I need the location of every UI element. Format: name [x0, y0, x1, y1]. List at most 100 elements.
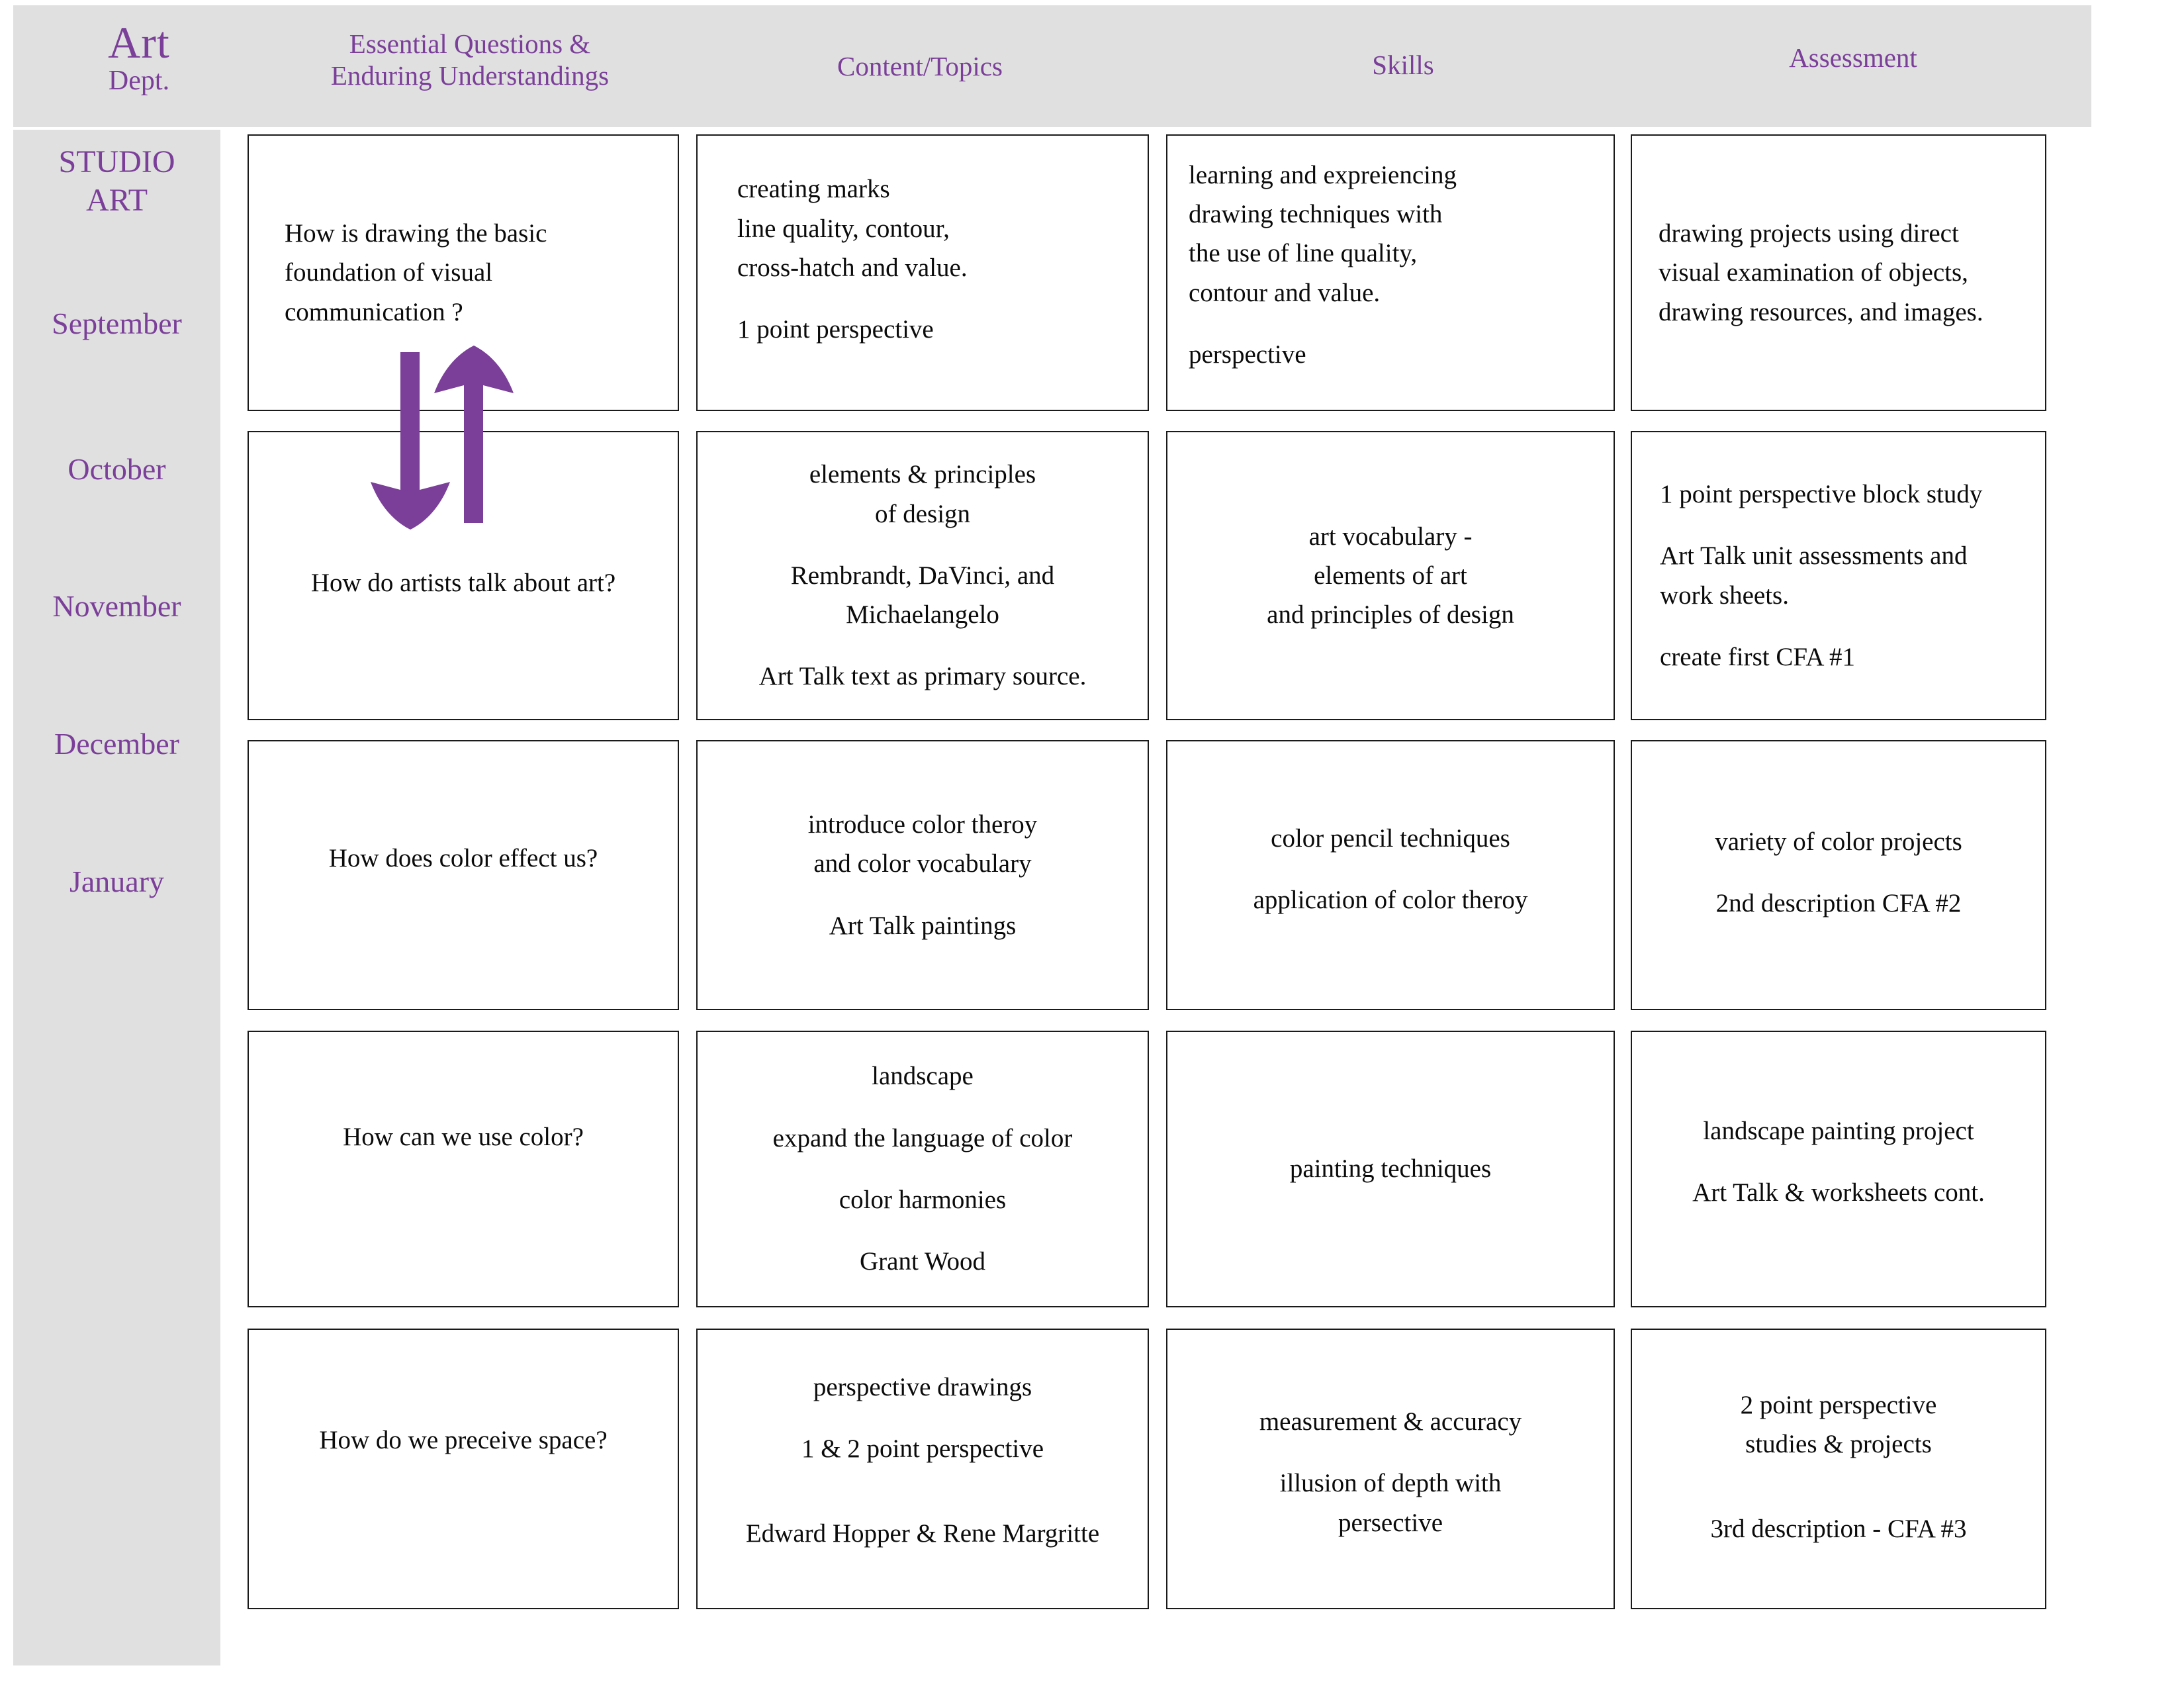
department-title: Art Dept. [53, 16, 225, 98]
cell-text: color pencil techniques application of co… [1179, 819, 1602, 920]
column-header-essential-questions-line1: Essential Questions & [349, 28, 591, 59]
cell-essential-question-october: How do artists talk about art? [248, 431, 679, 720]
cell-line: art vocabulary - [1308, 522, 1473, 551]
cell-text: introduce color theroy and color vocabula… [709, 805, 1136, 945]
line-spacer [1644, 861, 2033, 884]
cell-essential-question-december: How can we use color? [248, 1031, 679, 1307]
cell-line: elements of art [1314, 561, 1467, 590]
sidebar-month-september: September [52, 306, 182, 340]
cell-line: landscape painting project [1703, 1116, 1974, 1145]
cell-text: 1 point perspective block study Art Talk … [1644, 475, 2033, 677]
department-suffix: Dept. [108, 66, 170, 97]
cell-text: measurement & accuracy illusion of depth … [1179, 1402, 1602, 1542]
line-spacer [709, 1219, 1136, 1242]
cell-line: studies & projects [1745, 1430, 1932, 1459]
line-spacer [709, 884, 1136, 906]
cell-line: the use of line quality, [1189, 239, 1418, 268]
line-spacer [1189, 312, 1602, 335]
column-header-assessment: Assessment [1789, 42, 1917, 73]
cell-line: drawing projects using direct [1659, 219, 1959, 248]
line-spacer [709, 1491, 1136, 1514]
cell-text: variety of color projects 2nd description… [1644, 822, 2033, 923]
cell-text: How is drawing the basic foundation of vi… [261, 214, 666, 332]
cell-line: creating marks [737, 175, 890, 204]
line-spacer [709, 1096, 1136, 1119]
cell-line: Michaelangelo [846, 600, 999, 630]
cell-line: contour and value. [1189, 278, 1381, 307]
cell-text: perspective drawings 1 & 2 point perspect… [709, 1368, 1136, 1553]
cell-text: creating marks line quality, contour, cros… [709, 169, 1136, 349]
cell-line: and color vocabulary [813, 849, 1032, 878]
cell-assessment-november: variety of color projects 2nd description… [1631, 740, 2046, 1010]
cell-line: How is drawing the basic [285, 219, 547, 248]
cell-line: painting techniques [1289, 1154, 1492, 1184]
line-spacer [709, 1469, 1136, 1491]
cell-line: color pencil techniques [1271, 823, 1510, 853]
sidebar-month-december: December [54, 727, 179, 761]
cell-line: create first CFA #1 [1660, 642, 1855, 671]
cell-line: How do we preceive space? [319, 1426, 608, 1455]
line-spacer [709, 634, 1136, 657]
cell-line: work sheets. [1660, 581, 1789, 610]
header-band: Art Dept. Essential Questions & Enduring… [13, 5, 2091, 127]
month-sidebar: STUDIO ART September October November De… [13, 130, 220, 1665]
cell-line: Edward Hopper & Rene Margritte [745, 1519, 1100, 1548]
cell-text: How do artists talk about art? [261, 563, 666, 602]
cell-essential-question-january: How do we preceive space? [248, 1329, 679, 1609]
cell-text: landscape expand the language of color col… [709, 1056, 1136, 1281]
cell-skills-january: measurement & accuracy illusion of depth … [1166, 1329, 1615, 1609]
cell-essential-question-november: How does color effect us? [248, 740, 679, 1010]
cell-text: art vocabulary - elements of art and princ… [1179, 517, 1602, 635]
line-spacer [1660, 615, 2033, 637]
cell-line: How can we use color? [343, 1123, 584, 1152]
cell-text: drawing projects using direct visual exam… [1644, 214, 2033, 332]
cell-line: of design [874, 499, 971, 528]
cell-line: drawing techniques with [1189, 200, 1443, 229]
cell-skills-november: color pencil techniques application of co… [1166, 740, 1615, 1010]
sidebar-month-january: January [69, 865, 165, 898]
course-title: STUDIO ART [13, 143, 220, 219]
line-spacer [1179, 858, 1602, 880]
cell-text: landscape painting project Art Talk & wor… [1644, 1111, 2033, 1213]
cell-line: variety of color projects [1715, 827, 1962, 856]
cell-text: How does color effect us? [261, 839, 666, 878]
line-spacer [709, 1407, 1136, 1429]
cell-text: How can we use color? [261, 1117, 666, 1156]
cell-line: Rembrandt, DaVinci, and [790, 561, 1055, 590]
cell-content-october: elements & principles of design Rembrandt,… [696, 431, 1149, 720]
cell-line: Art Talk & worksheets cont. [1692, 1178, 1985, 1207]
cell-line: Grant Wood [859, 1247, 986, 1276]
cell-essential-question-september: How is drawing the basic foundation of vi… [248, 134, 679, 411]
cell-text: painting techniques [1179, 1149, 1602, 1188]
line-spacer [1660, 514, 2033, 536]
cell-line: foundation of visual [285, 258, 493, 287]
column-header-content-topics: Content/Topics [837, 51, 1003, 81]
cell-line: elements & principles [809, 460, 1036, 489]
cell-assessment-october: 1 point perspective block study Art Talk … [1631, 431, 2046, 720]
cell-line: communication ? [285, 297, 463, 326]
cell-content-december: landscape expand the language of color col… [696, 1031, 1149, 1307]
course-title-line1: STUDIO [58, 144, 175, 179]
sidebar-month-november: November [52, 589, 181, 623]
cell-line: 2nd description CFA #2 [1715, 889, 1962, 917]
cell-line: expand the language of color [772, 1123, 1073, 1152]
cell-line: Art Talk paintings [829, 911, 1017, 940]
cell-line: cross-hatch and value. [737, 254, 968, 282]
cell-text: How do we preceive space? [261, 1421, 666, 1460]
cell-content-january: perspective drawings 1 & 2 point perspect… [696, 1329, 1149, 1609]
cell-line: visual examination of objects, [1659, 258, 1968, 287]
cell-text: elements & principles of design Rembrandt,… [709, 455, 1136, 696]
line-spacer [709, 1158, 1136, 1180]
line-spacer [1179, 1441, 1602, 1464]
line-spacer [1644, 1150, 2033, 1173]
cell-line: application of color theroy [1253, 886, 1528, 914]
cell-line: 1 point perspective [737, 315, 934, 344]
column-header-essential-questions-line2: Enduring Understandings [330, 60, 610, 91]
cell-line: perspective drawings [813, 1373, 1032, 1402]
cell-line: How do artists talk about art? [310, 568, 616, 597]
cell-assessment-january: 2 point perspective studies & projects 3rd… [1631, 1329, 2046, 1609]
cell-content-november: introduce color theroy and color vocabula… [696, 740, 1149, 1010]
cell-line: drawing resources, and images. [1659, 297, 1983, 326]
line-spacer [1644, 1464, 2033, 1487]
cell-line: 1 point perspective block study [1660, 479, 1983, 508]
